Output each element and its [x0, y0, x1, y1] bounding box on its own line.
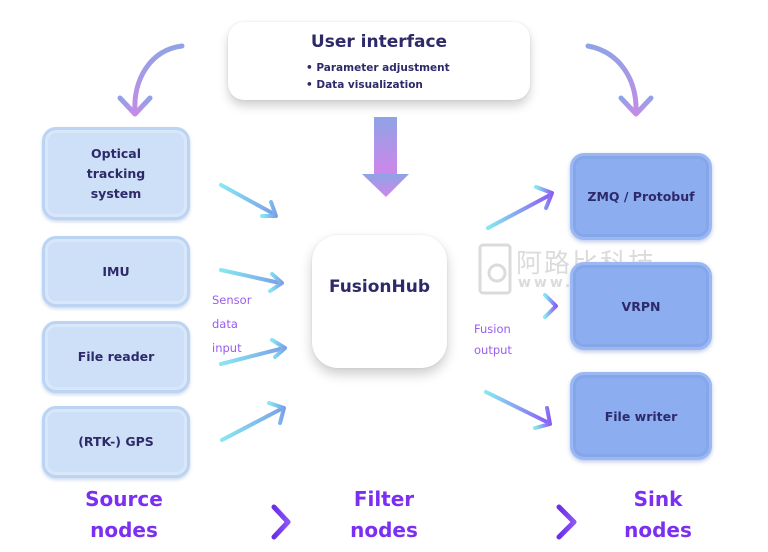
source-node-gps: (RTK-) GPS: [42, 406, 190, 478]
label-line: Filter: [353, 487, 415, 511]
caption-line: Fusion: [474, 322, 511, 336]
source-node-file-reader: File reader: [42, 321, 190, 393]
user-interface-features: Parameter adjustment Data visualization: [306, 60, 450, 94]
sink-node-zmq-protobuf: ZMQ / Protobuf: [570, 153, 712, 240]
feature-item: Parameter adjustment: [306, 60, 449, 77]
source-node-label: File reader: [77, 349, 155, 364]
output-arrow-file-writer: [484, 390, 552, 430]
source-nodes-label: Source nodes: [54, 484, 194, 546]
label-line: Source: [85, 487, 163, 511]
label-line: nodes: [624, 518, 692, 542]
source-node-label: (RTK-) GPS: [78, 434, 154, 449]
feature-item: Data visualization: [306, 77, 450, 94]
bottom-arrow-filter-to-sink: [491, 504, 577, 540]
fusionhub-node: FusionHub: [312, 235, 447, 368]
caption-line: Sensor: [212, 293, 252, 307]
caption-line: data: [212, 317, 238, 331]
sink-node-file-writer: File writer: [570, 372, 712, 460]
input-arrow-optical: [219, 183, 278, 218]
sink-node-label: VRPN: [621, 298, 661, 314]
sensor-data-input-caption: Sensor data input: [212, 288, 251, 360]
output-arrow-zmq: [486, 185, 554, 230]
source-node-label: IMU: [102, 263, 130, 279]
fusionhub-label: FusionHub: [328, 276, 431, 297]
source-node-label: Optical tracking system: [86, 145, 146, 201]
fusion-output-caption: Fusion output: [474, 319, 512, 361]
down-arrow-ui-to-hub: [362, 117, 409, 197]
source-node-imu: IMU: [42, 236, 190, 307]
output-arrow-vrpn: [482, 293, 558, 319]
caption-line: output: [474, 343, 512, 357]
sink-node-vrpn: VRPN: [570, 262, 712, 350]
label-line: nodes: [90, 518, 158, 542]
caption-line: input: [212, 341, 242, 355]
watermark-logo-icon: [478, 243, 512, 295]
filter-nodes-label: Filter nodes: [314, 484, 454, 546]
source-node-optical-tracking: Optical tracking system: [42, 127, 190, 220]
curved-arrow-ui-to-sinks: [585, 43, 654, 117]
label-line: nodes: [350, 518, 418, 542]
curved-arrow-ui-to-sources: [117, 43, 185, 117]
bottom-arrow-source-to-filter: [203, 504, 291, 540]
user-interface-box: User interface Parameter adjustment Data…: [228, 22, 530, 100]
user-interface-title: User interface: [310, 32, 448, 52]
input-arrow-gps: [220, 401, 286, 442]
sink-node-label: ZMQ / Protobuf: [587, 189, 695, 204]
label-line: Sink: [633, 487, 683, 511]
sink-node-label: File writer: [604, 408, 678, 424]
sink-nodes-label: Sink nodes: [588, 484, 728, 546]
output-arrows: [482, 185, 558, 430]
